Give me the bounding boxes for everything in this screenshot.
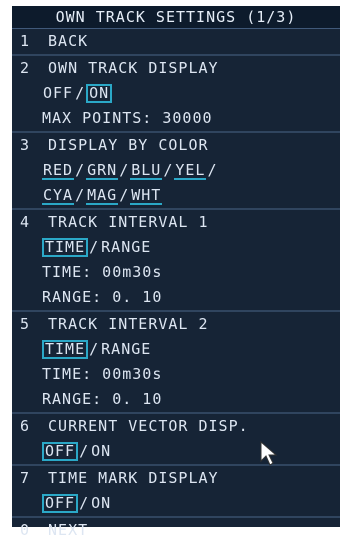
menu-item-current-vector-disp[interactable]: 6 CURRENT VECTOR DISP. bbox=[12, 414, 340, 439]
time-mark-options: OFF / ON bbox=[12, 491, 340, 516]
option-range[interactable]: RANGE bbox=[100, 239, 152, 256]
menu-item-next[interactable]: 0 NEXT bbox=[12, 518, 340, 543]
own-track-settings-menu: OWN TRACK SETTINGS (1/3) 1 BACK 2 OWN TR… bbox=[12, 6, 340, 539]
color-option-grn[interactable]: GRN bbox=[86, 162, 119, 180]
item-label: OWN TRACK DISPLAY bbox=[48, 59, 219, 77]
option-on[interactable]: ON bbox=[90, 495, 112, 512]
item-label: TRACK INTERVAL 1 bbox=[48, 213, 209, 231]
interval-2-options: TIME / RANGE bbox=[12, 337, 340, 362]
item-number: 4 bbox=[20, 213, 31, 231]
separator: / bbox=[79, 494, 90, 512]
item-label: BACK bbox=[48, 32, 89, 50]
separator: / bbox=[89, 340, 100, 358]
mouse-pointer-icon bbox=[260, 440, 278, 466]
color-options-row-1: RED / GRN / BLU / YEL / bbox=[12, 158, 340, 183]
separator: / bbox=[79, 442, 90, 460]
option-off-selected[interactable]: OFF bbox=[42, 442, 79, 461]
menu-item-back[interactable]: 1 BACK bbox=[12, 29, 340, 54]
menu-item-time-mark-display[interactable]: 7 TIME MARK DISPLAY bbox=[12, 466, 340, 491]
option-off[interactable]: OFF bbox=[42, 85, 74, 102]
menu-item-track-interval-2[interactable]: 5 TRACK INTERVAL 2 bbox=[12, 312, 340, 337]
color-option-wht[interactable]: WHT bbox=[130, 187, 163, 205]
separator: / bbox=[75, 84, 86, 102]
separator: / bbox=[119, 161, 130, 179]
color-options-row-2: CYA / MAG / WHT bbox=[12, 183, 340, 208]
item-number: 3 bbox=[20, 136, 31, 154]
interval-1-options: TIME / RANGE bbox=[12, 235, 340, 260]
color-option-blu[interactable]: BLU bbox=[130, 162, 163, 180]
item-label: CURRENT VECTOR DISP. bbox=[48, 417, 249, 435]
separator: / bbox=[207, 161, 218, 179]
item-label: TIME MARK DISPLAY bbox=[48, 469, 219, 487]
interval-2-range-value: RANGE: 0. 10 bbox=[42, 390, 163, 408]
item-number: 7 bbox=[20, 469, 31, 487]
interval-1-time-value: TIME: 00m30s bbox=[42, 263, 163, 281]
option-off-selected[interactable]: OFF bbox=[42, 494, 79, 513]
menu-item-display-by-color[interactable]: 3 DISPLAY BY COLOR bbox=[12, 133, 340, 158]
own-track-display-options: OFF / ON bbox=[12, 81, 340, 106]
separator: / bbox=[75, 161, 86, 179]
item-number: 0 bbox=[20, 521, 31, 539]
color-option-yel[interactable]: YEL bbox=[174, 162, 207, 180]
separator: / bbox=[89, 238, 100, 256]
separator: / bbox=[119, 186, 130, 204]
item-label: DISPLAY BY COLOR bbox=[48, 136, 209, 154]
item-number: 2 bbox=[20, 59, 31, 77]
item-number: 6 bbox=[20, 417, 31, 435]
current-vector-options: OFF / ON bbox=[12, 439, 340, 464]
option-time-selected[interactable]: TIME bbox=[42, 340, 89, 359]
interval-1-range-value: RANGE: 0. 10 bbox=[42, 288, 163, 306]
interval-2-time-value: TIME: 00m30s bbox=[42, 365, 163, 383]
color-option-cya[interactable]: CYA bbox=[42, 187, 75, 205]
separator: / bbox=[75, 186, 86, 204]
menu-title: OWN TRACK SETTINGS (1/3) bbox=[12, 6, 340, 29]
menu-item-own-track-display[interactable]: 2 OWN TRACK DISPLAY bbox=[12, 56, 340, 81]
item-label: TRACK INTERVAL 2 bbox=[48, 315, 209, 333]
max-points-value: MAX POINTS: 30000 bbox=[42, 109, 213, 127]
color-option-red[interactable]: RED bbox=[42, 162, 75, 180]
separator: / bbox=[163, 161, 174, 179]
menu-item-track-interval-1[interactable]: 4 TRACK INTERVAL 1 bbox=[12, 210, 340, 235]
item-number: 5 bbox=[20, 315, 31, 333]
option-on-selected[interactable]: ON bbox=[86, 84, 113, 103]
option-on[interactable]: ON bbox=[90, 443, 112, 460]
item-label: NEXT bbox=[48, 521, 89, 539]
item-number: 1 bbox=[20, 32, 31, 50]
option-time-selected[interactable]: TIME bbox=[42, 238, 89, 257]
option-range[interactable]: RANGE bbox=[100, 341, 152, 358]
color-option-mag[interactable]: MAG bbox=[86, 187, 119, 205]
